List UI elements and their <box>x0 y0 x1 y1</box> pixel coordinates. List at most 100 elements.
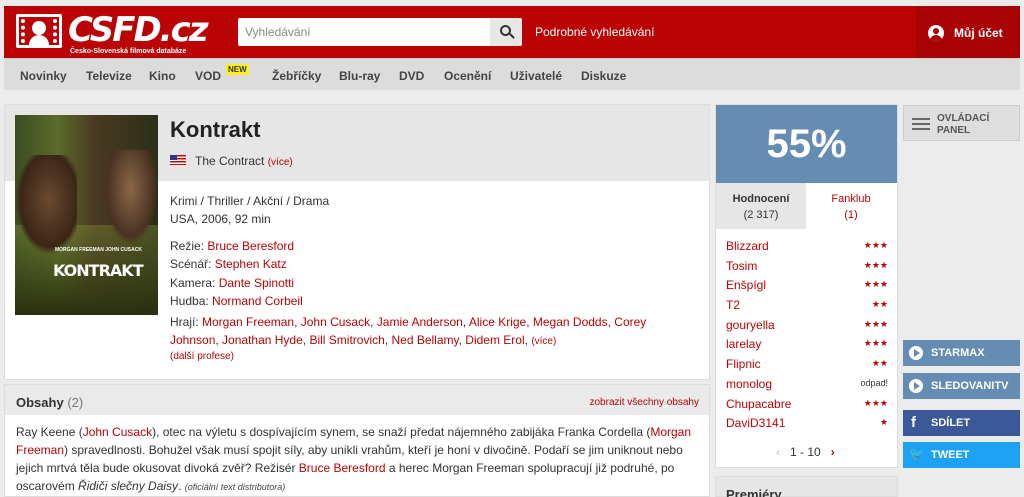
rating-user-link[interactable]: Chupacabre <box>726 397 791 411</box>
poster-title: KONTRAKT <box>53 261 144 280</box>
show-all-plots-link[interactable]: zobrazit všechny obsahy <box>589 397 699 408</box>
search-button[interactable] <box>490 18 522 46</box>
menu-icon <box>912 118 930 130</box>
actor-link[interactable]: Ned Bellamy <box>391 333 458 347</box>
tab-fanklub[interactable]: Fanklub (1) <box>806 183 896 229</box>
prev-page-icon[interactable]: ‹ <box>776 445 780 459</box>
plot-segment: Ray Keene ( <box>16 425 83 439</box>
actor-link[interactable]: Megan Dodds <box>533 315 608 329</box>
new-badge: NEW <box>226 64 249 75</box>
account-button[interactable]: Můj účet <box>916 6 1020 58</box>
starmax-button[interactable]: STARMAX <box>903 340 1020 366</box>
rating-user-link[interactable]: larelay <box>726 337 761 351</box>
film-panel: MORGAN FREEMAN JOHN CUSACK KONTRAKT Kont… <box>4 104 710 380</box>
film-poster[interactable]: MORGAN FREEMAN JOHN CUSACK KONTRAKT <box>15 115 158 315</box>
twitter-icon: 🐦 <box>909 447 924 461</box>
search-box <box>238 18 522 46</box>
star-rating: ★★★ <box>863 240 888 250</box>
tweet-label: TWEET <box>931 449 970 461</box>
nav-vod[interactable]: VOD <box>195 69 221 83</box>
site-logo[interactable]: CSFD.cz Česko-Slovenská filmová databáze <box>16 10 209 56</box>
logo-subtitle: Česko-Slovenská filmová databáze <box>70 48 187 55</box>
rating-list: Blizzard ★★★ Tosim ★★★ Enšpígl ★★★ T2 ★★ gou… <box>726 239 888 436</box>
rating-user-link[interactable]: Flipnic <box>726 357 761 371</box>
nav-dvd[interactable]: DVD <box>399 69 424 83</box>
site-header: CSFD.cz Česko-Slovenská filmová databáze… <box>4 6 1020 58</box>
rating-user-link[interactable]: DaviD3141 <box>726 416 785 430</box>
actor-link[interactable]: Morgan Freeman <box>202 315 294 329</box>
more-titles-link[interactable]: (více) <box>268 157 293 168</box>
more-actors-link[interactable]: (více) <box>531 336 556 347</box>
rating-tabs: Hodnocení (2 317) Fanklub (1) <box>716 183 897 229</box>
tab-label: Fanklub <box>831 193 871 205</box>
plot-header: Obsahy (2) zobrazit všechny obsahy <box>5 385 709 415</box>
nav-diskuze[interactable]: Diskuze <box>581 69 626 83</box>
plot-actor-link[interactable]: John Cusack <box>83 425 152 439</box>
rating-user-link[interactable]: Blizzard <box>726 239 769 253</box>
advanced-search-link[interactable]: Podrobné vyhledávání <box>535 25 654 39</box>
original-title-text: The Contract <box>195 154 265 168</box>
credit-director: Režie: Bruce Beresford <box>170 239 294 253</box>
tab-count: (1) <box>844 209 858 221</box>
film-origin: USA, 2006, 92 min <box>170 212 271 226</box>
rating-user-link[interactable]: Tosim <box>726 259 757 273</box>
control-panel-line: OVLÁDACÍ <box>937 113 990 124</box>
plot-director-link[interactable]: Bruce Beresford <box>299 461 386 475</box>
star-rating: ★★★ <box>863 338 888 349</box>
rating-item: Chupacabre ★★★ <box>726 397 888 417</box>
plot-segment: ), otec na výletu s dospívajícím synem, … <box>152 425 651 439</box>
nav-zebricky[interactable]: Žebříčky <box>272 69 321 83</box>
actor-link[interactable]: John Cusack <box>301 315 370 329</box>
next-page-icon[interactable]: › <box>831 445 835 459</box>
facebook-share-button[interactable]: f SDÍLET <box>903 410 1020 436</box>
rating-item: DaviD3141 ★ <box>726 416 888 436</box>
control-panel-button[interactable]: OVLÁDACÍ PANEL <box>903 105 1020 141</box>
star-rating: ★★★ <box>863 397 888 408</box>
nav-uzivatele[interactable]: Uživatelé <box>510 69 562 83</box>
actor-link[interactable]: Bill Smitrovich <box>309 333 384 347</box>
nav-kino[interactable]: Kino <box>149 69 176 83</box>
original-title: The Contract (více) <box>195 154 293 168</box>
tab-hodnoceni[interactable]: Hodnocení (2 317) <box>716 183 806 229</box>
credit-writer: Scénář: Stephen Katz <box>170 257 287 271</box>
facebook-icon: f <box>911 414 916 431</box>
distributor-note: (oficiální text distributora) <box>184 482 286 492</box>
plot-title: Obsahy (2) <box>16 395 83 410</box>
control-panel-line: PANEL <box>937 125 971 136</box>
premiery-box: Premiéry <box>715 476 898 497</box>
writer-link[interactable]: Stephen Katz <box>215 257 287 271</box>
actor-link[interactable]: Jamie Anderson <box>377 315 463 329</box>
rating-user-link[interactable]: gouryella <box>726 318 775 332</box>
star-rating: ★★★ <box>863 279 888 290</box>
trash-rating: odpad! <box>860 377 888 388</box>
sledovanitv-button[interactable]: SLEDOVANITV <box>903 373 1020 399</box>
director-link[interactable]: Bruce Beresford <box>207 239 294 253</box>
actor-link[interactable]: Jonathan Hyde <box>222 333 303 347</box>
camera-link[interactable]: Dante Spinotti <box>219 276 294 290</box>
twitter-share-button[interactable]: 🐦 TWEET <box>903 442 1020 468</box>
plot-panel: Obsahy (2) zobrazit všechny obsahy Ray K… <box>4 384 710 497</box>
rating-user-link[interactable]: T2 <box>726 298 740 312</box>
actors-label: Hrají: <box>170 315 199 329</box>
rating-user-link[interactable]: monolog <box>726 377 772 391</box>
tab-count: (2 317) <box>743 209 779 221</box>
credit-label: Hudba: <box>170 294 209 308</box>
usa-flag-icon <box>170 155 186 165</box>
poster-names: MORGAN FREEMAN JOHN CUSACK <box>55 247 142 253</box>
credit-music: Hudba: Normand Corbeil <box>170 294 303 308</box>
actor-link[interactable]: Alice Krige <box>469 315 526 329</box>
star-rating: ★ <box>879 417 888 428</box>
nav-bluray[interactable]: Blu-ray <box>339 69 380 83</box>
nav-oceneni[interactable]: Ocenění <box>444 69 491 83</box>
play-icon <box>909 379 923 393</box>
music-link[interactable]: Normand Corbeil <box>212 294 303 308</box>
premiery-title: Premiéry <box>726 487 782 497</box>
rating-item: larelay ★★★ <box>726 337 888 357</box>
sledovanitv-label: SLEDOVANITV <box>931 380 1009 392</box>
more-professions-link[interactable]: (další profese) <box>170 351 234 362</box>
search-input[interactable] <box>238 18 488 46</box>
actor-link[interactable]: Didem Erol <box>465 333 524 347</box>
nav-novinky[interactable]: Novinky <box>20 69 67 83</box>
rating-user-link[interactable]: Enšpígl <box>726 278 766 292</box>
nav-televize[interactable]: Televize <box>86 69 132 83</box>
